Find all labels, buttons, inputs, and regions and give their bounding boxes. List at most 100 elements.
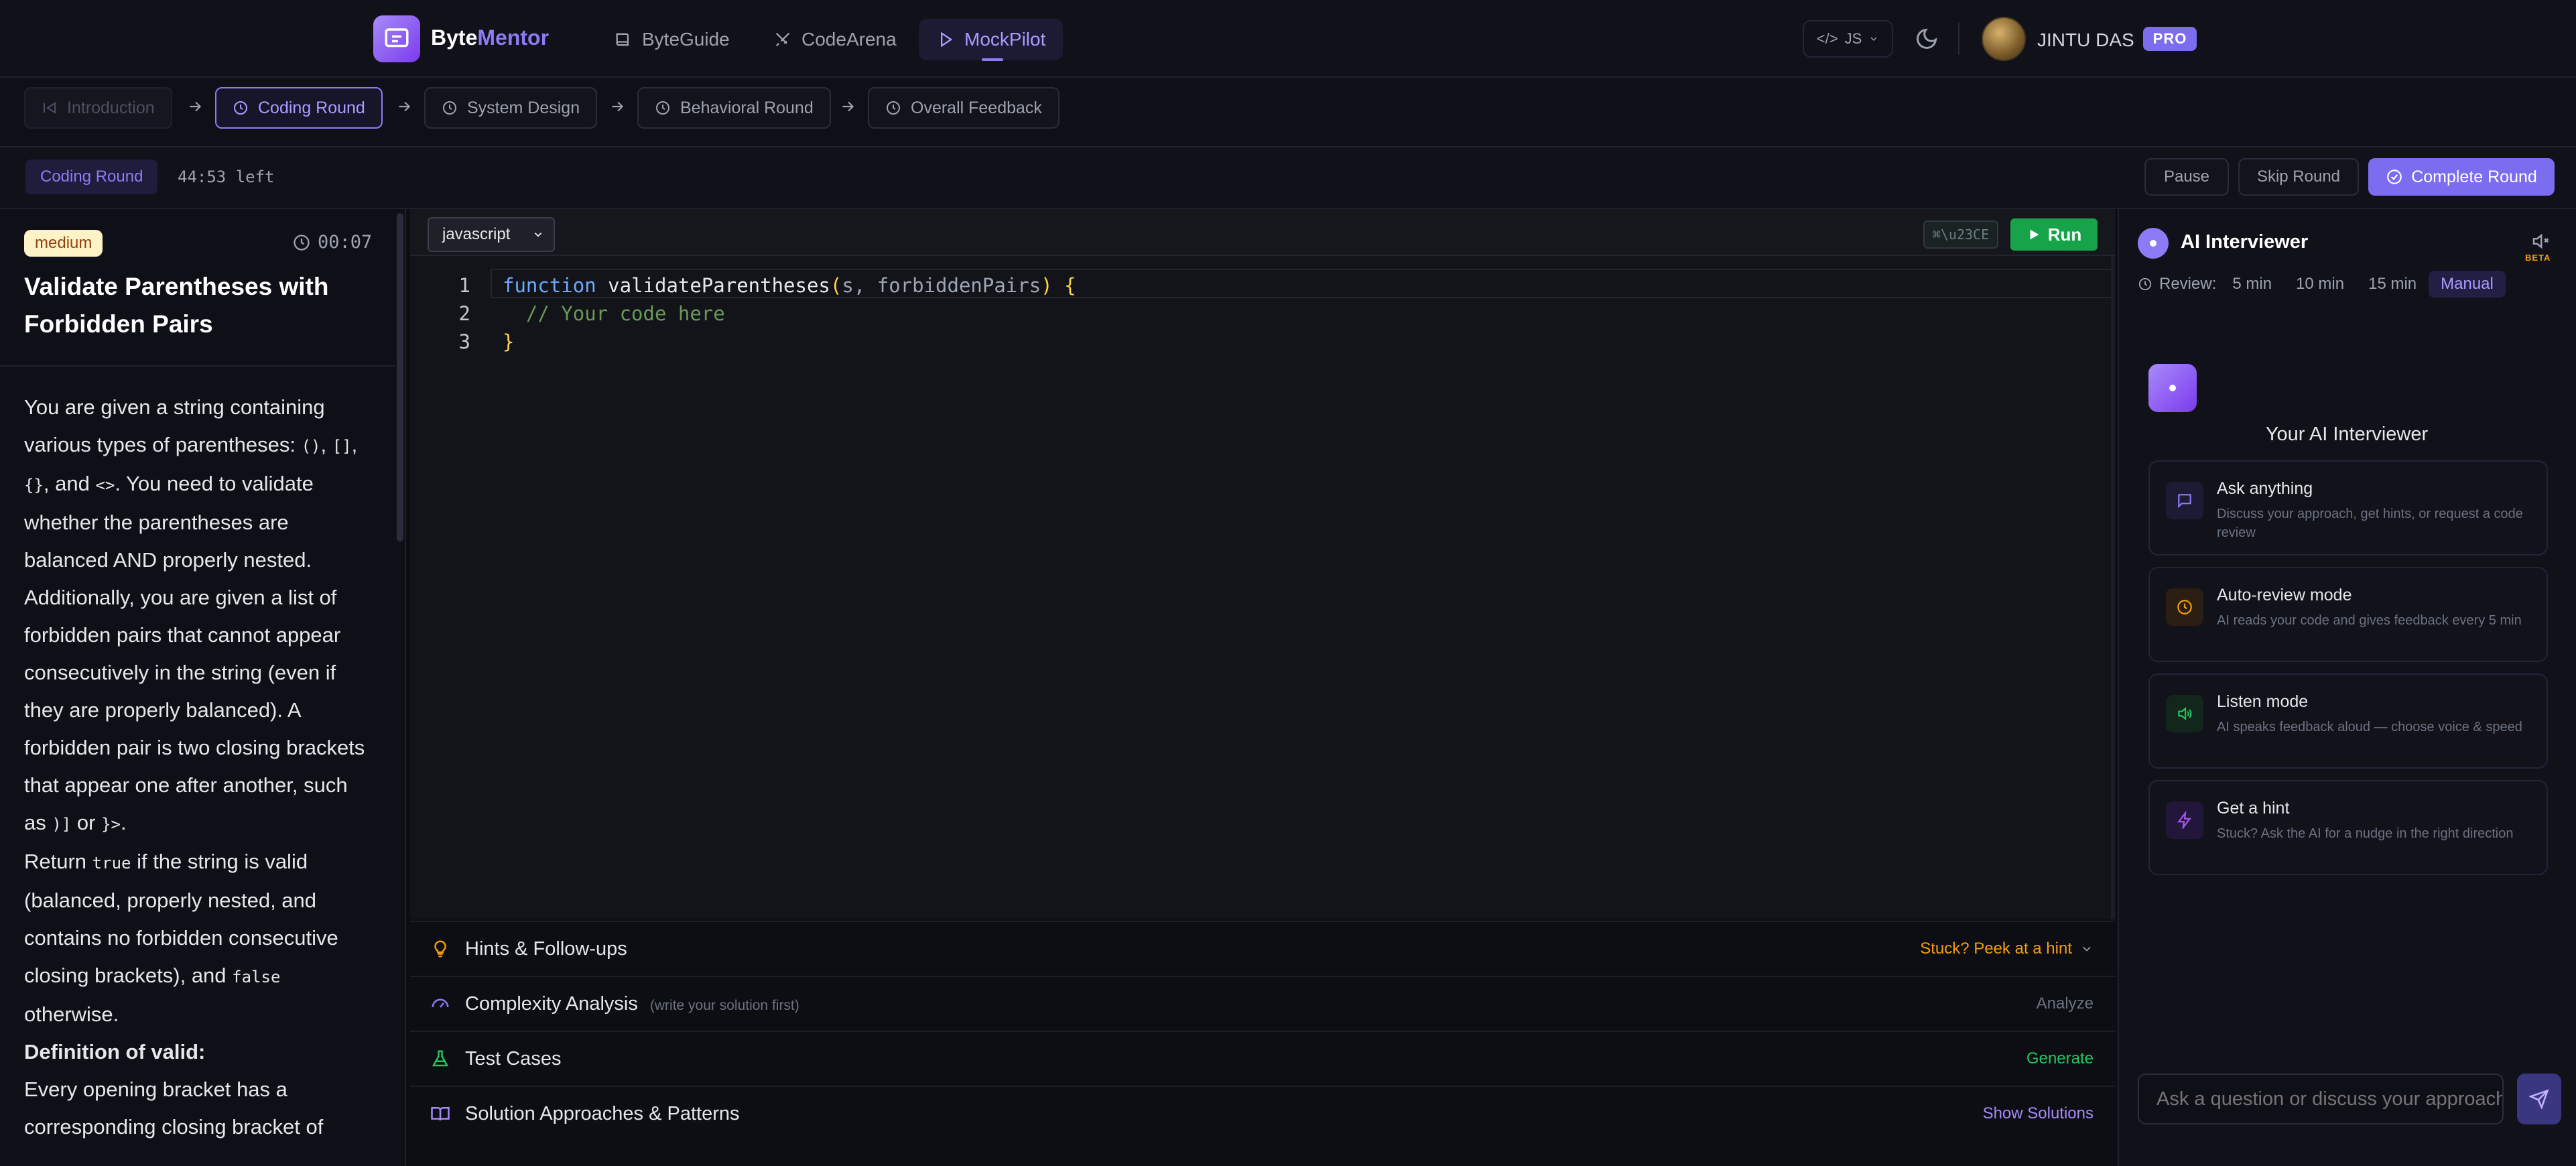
skip-back-icon [42,100,58,116]
complexity-section[interactable]: Complexity Analysis(write your solution … [410,976,2115,1031]
definition-heading: Definition of valid: [24,1033,373,1071]
line-number: 1 [410,271,470,300]
section-label: Hints & Follow-ups [465,938,627,960]
code-line[interactable]: } [503,328,514,356]
complete-round-button[interactable]: Complete Round [2368,158,2555,196]
clock-icon [292,233,311,252]
nav-mockpilot[interactable]: MockPilot [919,19,1063,60]
arrow-right-icon [395,98,413,115]
step-label: Overall Feedback [911,99,1042,118]
divider [1958,23,1959,55]
difficulty-badge: medium [24,230,103,257]
send-icon [2529,1089,2549,1109]
nav-label: MockPilot [964,29,1045,50]
speaker-mute-icon[interactable] [2530,231,2551,251]
peek-hint-link[interactable]: Stuck? Peek at a hint [1920,940,2094,958]
nav-label: CodeArena [801,29,897,50]
card-description: Stuck? Ask the AI for a nudge in the rig… [2217,824,2532,843]
ai-chat-input[interactable] [2138,1074,2504,1124]
card-description: AI reads your code and gives feedback ev… [2217,611,2532,630]
clock-icon [233,100,249,116]
ai-avatar-icon [2138,228,2169,259]
step-label: Behavioral Round [680,99,814,118]
pro-badge: PRO [2143,27,2197,51]
editor-scrollbar[interactable] [2111,256,2115,919]
step-introduction[interactable]: Introduction [24,87,172,129]
language-value: javascript [442,225,510,244]
problem-paragraph: You are given a string containing variou… [24,389,373,843]
run-shortcut-hint: ⌘\u23CE [1923,220,1998,249]
run-button[interactable]: Run [2010,218,2098,251]
nav-byteguide[interactable]: ByteGuide [596,19,747,60]
play-icon [936,30,955,49]
lang-label: JS [1845,30,1862,48]
moon-icon[interactable] [1915,27,1939,51]
review-option-15[interactable]: 15 min [2356,271,2429,298]
nav-codearena[interactable]: CodeArena [756,19,914,60]
chevron-down-icon [1868,34,1879,44]
card-auto-review[interactable]: Auto-review mode AI reads your code and … [2148,567,2548,662]
ai-panel-title: AI Interviewer [2181,231,2308,253]
card-description: Discuss your approach, get hints, or req… [2217,505,2532,542]
solutions-section[interactable]: Solution Approaches & Patterns Show Solu… [410,1086,2115,1141]
beta-badge: BETA [2525,253,2551,263]
open-book-icon [430,1104,450,1124]
gauge-icon [430,994,450,1014]
review-label: Review: [2159,275,2216,294]
avatar[interactable] [1982,17,2026,61]
check-circle-icon [2386,168,2403,186]
hints-section[interactable]: Hints & Follow-ups Stuck? Peek at a hint [410,921,2115,976]
step-label: Introduction [67,99,155,118]
code-line[interactable]: // Your code here [503,300,725,328]
play-icon [2026,227,2041,242]
step-behavioral-round[interactable]: Behavioral Round [637,87,831,129]
test-cases-section[interactable]: Test Cases Generate [410,1031,2115,1086]
review-option-manual[interactable]: Manual [2429,271,2506,298]
arrow-right-icon [839,98,856,115]
generate-link[interactable]: Generate [2026,1049,2094,1068]
language-select[interactable]: javascript [428,217,555,252]
card-listen-mode[interactable]: Listen mode AI speaks feedback aloud — c… [2148,673,2548,769]
show-solutions-link[interactable]: Show Solutions [1983,1104,2094,1123]
timer-value: 00:07 [318,232,372,253]
card-description: AI speaks feedback aloud — choose voice … [2217,718,2532,736]
card-get-hint[interactable]: Get a hint Stuck? Ask the AI for a nudge… [2148,780,2548,875]
clock-icon [2166,588,2203,626]
problem-timer: 00:07 [292,232,372,253]
clock-icon [655,100,671,116]
card-ask-anything[interactable]: Ask anything Discuss your approach, get … [2148,460,2548,556]
step-system-design[interactable]: System Design [424,87,597,129]
ai-hero-title: Your AI Interviewer [2118,424,2576,446]
review-option-10[interactable]: 10 min [2284,271,2356,298]
swords-icon [773,30,792,49]
book-icon [614,30,633,49]
section-label: Complexity Analysis(write your solution … [465,993,799,1015]
send-button[interactable] [2517,1074,2561,1124]
user-name: JINTU DAS [2037,29,2134,51]
skip-round-button[interactable]: Skip Round [2238,158,2359,196]
speaker-icon [2166,695,2203,732]
active-nav-indicator [982,58,1003,61]
chevron-down-icon [2080,942,2094,956]
arrow-right-icon [186,98,204,115]
card-title: Get a hint [2217,799,2289,818]
editor-toolbar [410,209,2115,256]
pause-button[interactable]: Pause [2144,158,2229,196]
problem-scrollbar[interactable] [397,213,403,541]
analyze-link[interactable]: Analyze [2037,994,2094,1013]
card-title: Listen mode [2217,692,2308,712]
time-left: 44:53 left [178,168,275,186]
review-option-5[interactable]: 5 min [2220,271,2284,298]
section-label: Test Cases [465,1048,561,1070]
logo-icon[interactable] [373,15,420,62]
definition-item: Every opening bracket has a correspondin… [24,1071,373,1146]
flask-icon [430,1049,450,1069]
step-coding-round[interactable]: Coding Round [215,87,383,129]
app-logo-text[interactable]: ByteMentor [431,25,549,50]
step-overall-feedback[interactable]: Overall Feedback [868,87,1059,129]
clock-icon [885,100,901,116]
problem-description: You are given a string containing variou… [24,389,373,1146]
language-switcher[interactable]: </> JS [1803,20,1893,58]
card-title: Ask anything [2217,479,2313,499]
code-line[interactable]: function validateParentheses(s, forbidde… [503,271,1076,300]
